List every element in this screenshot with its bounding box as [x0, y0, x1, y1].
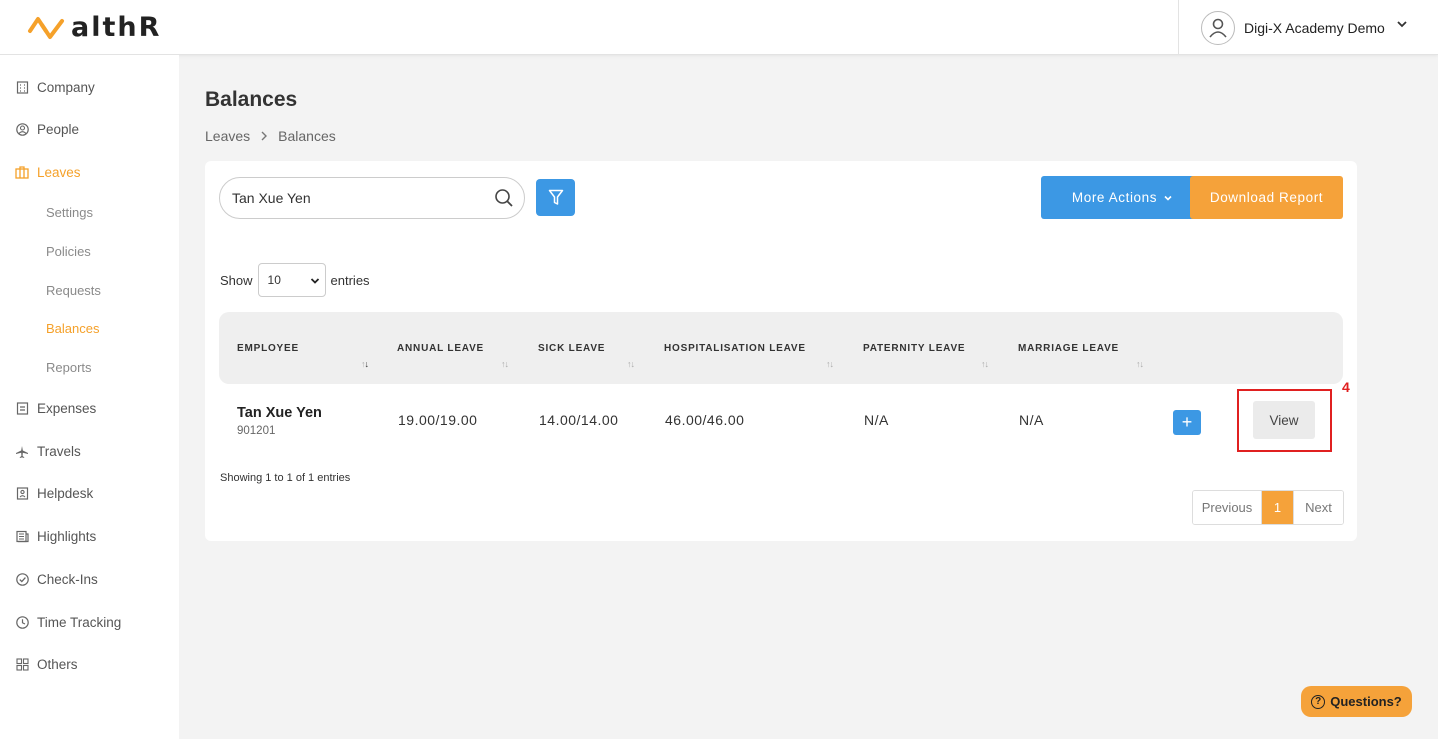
- sidebar: Company People Leaves Settings Policies …: [0, 55, 179, 739]
- grid-icon: [15, 658, 29, 672]
- breadcrumb-leaves[interactable]: Leaves: [205, 128, 250, 144]
- pagination: Previous 1 Next: [1192, 490, 1344, 525]
- chevron-down-icon: [1164, 195, 1172, 201]
- receipt-icon: [15, 402, 29, 416]
- download-report-button[interactable]: Download Report: [1190, 176, 1343, 219]
- question-circle-icon: ?: [1311, 694, 1326, 709]
- althr-logo[interactable]: althR: [27, 12, 161, 43]
- questions-button[interactable]: ? Questions?: [1301, 686, 1412, 717]
- breadcrumb: Leaves Balances: [205, 128, 336, 144]
- filter-icon: [548, 189, 563, 205]
- avatar: [1201, 10, 1235, 45]
- annual-leave-cell: 19.00/19.00: [398, 412, 478, 428]
- sidebar-item-highlights[interactable]: Highlights: [15, 529, 96, 544]
- show-label: Show: [220, 272, 253, 288]
- sidebar-item-label: Others: [37, 657, 78, 672]
- column-header-marriage-leave[interactable]: MARRIAGE LEAVE: [1018, 343, 1119, 354]
- newspaper-icon: [15, 530, 29, 544]
- employee-id: 901201: [237, 425, 276, 437]
- sick-leave-cell: 14.00/14.00: [539, 412, 619, 428]
- sidebar-item-label: Company: [37, 80, 95, 95]
- add-balance-button[interactable]: +: [1173, 410, 1201, 435]
- more-actions-label: More Actions: [1071, 190, 1158, 205]
- sort-icon[interactable]: ↑↓: [361, 359, 369, 369]
- sidebar-item-helpdesk[interactable]: Helpdesk: [15, 486, 93, 501]
- sidebar-subitem-requests[interactable]: Requests: [46, 283, 101, 298]
- column-header-hospitalisation-leave[interactable]: HOSPITALISATION LEAVE: [664, 343, 806, 354]
- chevron-down-icon[interactable]: [1396, 18, 1408, 30]
- page-title: Balances: [205, 88, 298, 111]
- suitcase-icon: [15, 166, 29, 180]
- user-menu[interactable]: Digi-X Academy Demo: [1178, 0, 1438, 55]
- logo-mark-icon: [28, 16, 64, 39]
- sidebar-item-people[interactable]: People: [15, 122, 79, 137]
- sort-icon[interactable]: ↑↓: [501, 359, 509, 369]
- sidebar-item-label: Expenses: [37, 401, 97, 416]
- user-avatar-icon: [1209, 18, 1227, 38]
- sidebar-item-travels[interactable]: Travels: [15, 444, 81, 459]
- sidebar-item-company[interactable]: Company: [15, 80, 95, 95]
- pagination-page-1[interactable]: 1: [1262, 491, 1293, 524]
- sidebar-item-label: People: [37, 122, 80, 137]
- sort-icon[interactable]: ↑↓: [627, 359, 635, 369]
- column-header-paternity-leave[interactable]: PATERNITY LEAVE: [863, 343, 965, 354]
- search-input[interactable]: [232, 190, 482, 206]
- search-icon[interactable]: [494, 188, 514, 208]
- sidebar-subitem-balances[interactable]: Balances: [46, 321, 99, 336]
- entries-value: 10: [267, 273, 281, 287]
- sidebar-item-leaves[interactable]: Leaves: [15, 165, 81, 180]
- pagination-next[interactable]: Next: [1293, 491, 1343, 524]
- plane-icon: [15, 445, 29, 459]
- sidebar-subitem-policies[interactable]: Policies: [46, 244, 91, 259]
- pagination-previous[interactable]: Previous: [1193, 491, 1262, 524]
- user-circle-icon: [15, 123, 29, 137]
- column-header-sick-leave[interactable]: SICK LEAVE: [538, 343, 605, 354]
- sort-icon[interactable]: ↑↓: [1136, 359, 1144, 369]
- clock-icon: [15, 616, 29, 630]
- balances-card: More Actions Download Report Show 10 ent…: [205, 161, 1357, 541]
- sidebar-item-label: Highlights: [37, 529, 97, 544]
- check-circle-icon: [15, 573, 29, 587]
- hospitalisation-leave-cell: 46.00/46.00: [665, 412, 745, 428]
- annotation-number: 4: [1342, 379, 1350, 395]
- sort-icon[interactable]: ↑↓: [826, 359, 834, 369]
- sidebar-subitem-settings[interactable]: Settings: [46, 205, 93, 220]
- entries-suffix: entries: [330, 272, 370, 288]
- filter-button[interactable]: [536, 179, 575, 216]
- more-actions-button[interactable]: More Actions: [1041, 176, 1204, 219]
- paternity-leave-cell: N/A: [864, 412, 889, 428]
- chevron-right-icon: [261, 131, 268, 141]
- sidebar-item-time-tracking[interactable]: Time Tracking: [15, 615, 121, 630]
- annotation-highlight-box: [1237, 389, 1332, 452]
- column-header-annual-leave[interactable]: ANNUAL LEAVE: [397, 343, 484, 354]
- column-header-employee[interactable]: EMPLOYEE: [237, 343, 299, 354]
- user-name: Digi-X Academy Demo: [1244, 19, 1385, 36]
- logo-text: althR: [71, 12, 162, 43]
- sidebar-item-expenses[interactable]: Expenses: [15, 401, 96, 416]
- sidebar-item-label: Check-Ins: [37, 572, 98, 587]
- top-header: althR Digi-X Academy Demo: [0, 0, 1438, 55]
- breadcrumb-balances: Balances: [278, 128, 336, 144]
- table-header: EMPLOYEE ↑↓ ANNUAL LEAVE ↑↓ SICK LEAVE ↑…: [219, 312, 1343, 384]
- sort-icon[interactable]: ↑↓: [981, 359, 989, 369]
- sidebar-item-others[interactable]: Others: [15, 657, 78, 672]
- sidebar-item-label: Helpdesk: [37, 486, 94, 501]
- chevron-down-icon: [310, 278, 319, 284]
- helpdesk-icon: [15, 487, 29, 501]
- sidebar-item-check-ins[interactable]: Check-Ins: [15, 572, 98, 587]
- table-info: Showing 1 to 1 of 1 entries: [220, 472, 351, 484]
- sidebar-subitem-reports[interactable]: Reports: [46, 360, 92, 375]
- sidebar-item-label: Time Tracking: [37, 615, 122, 630]
- sidebar-item-label: Leaves: [37, 165, 81, 180]
- sidebar-item-label: Travels: [37, 444, 81, 459]
- marriage-leave-cell: N/A: [1019, 412, 1044, 428]
- search-box: [219, 177, 525, 219]
- entries-select[interactable]: 10: [257, 263, 326, 297]
- entries-length: Show 10 entries: [220, 263, 370, 297]
- employee-name: Tan Xue Yen: [237, 405, 322, 421]
- questions-label: Questions?: [1330, 694, 1402, 709]
- building-icon: [15, 81, 29, 95]
